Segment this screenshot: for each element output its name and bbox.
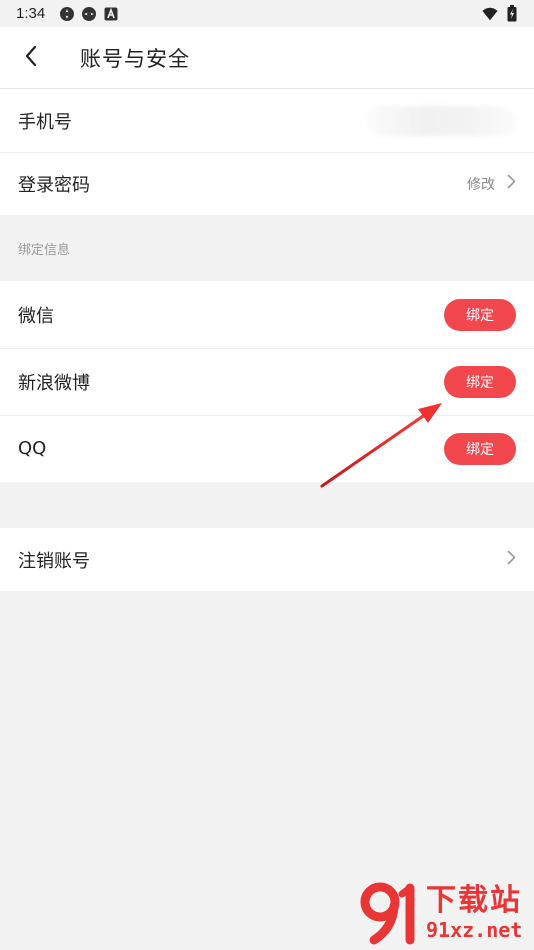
bind-label-weibo: 新浪微博	[18, 372, 90, 394]
deactivate-label: 注销账号	[18, 550, 90, 572]
binding-section-label: 绑定信息	[18, 242, 71, 258]
chevron-right-icon	[507, 173, 516, 194]
bind-row-wechat: 微信 绑定	[0, 281, 534, 348]
watermark-url: 91xz.net	[426, 918, 523, 942]
bind-qq-button[interactable]: 绑定	[444, 432, 516, 465]
chevron-left-icon	[24, 45, 38, 71]
password-modify-hint: 修改	[467, 176, 495, 193]
battery-charging-icon	[504, 5, 520, 22]
status-bar: 1:34	[0, 0, 534, 27]
password-label: 登录密码	[18, 174, 90, 196]
phone-label: 手机号	[18, 111, 72, 133]
status-time: 1:34	[16, 5, 46, 22]
deactivate-group: 注销账号	[0, 528, 534, 591]
bind-wechat-button[interactable]: 绑定	[444, 298, 516, 331]
title-bar: 账号与安全	[0, 27, 534, 89]
page-title: 账号与安全	[80, 46, 190, 71]
binding-section-title: 绑定信息	[0, 215, 534, 281]
password-row[interactable]: 登录密码 修改	[0, 152, 534, 215]
password-row-right: 修改	[467, 173, 516, 194]
bind-label-wechat: 微信	[18, 305, 54, 327]
wifi-icon	[482, 6, 498, 22]
account-group: 手机号 登录密码 修改	[0, 89, 534, 215]
watermark-cn: 下载站	[426, 883, 522, 918]
watermark: 下载站 91xz.net	[360, 878, 530, 948]
watermark-logo-icon	[360, 880, 424, 946]
bind-weibo-button[interactable]: 绑定	[444, 365, 516, 398]
status-left: 1:34	[16, 5, 119, 22]
settings-app-icon	[59, 6, 75, 22]
binding-group: 微信 绑定 新浪微博 绑定 QQ 绑定	[0, 281, 534, 482]
chevron-right-icon	[507, 549, 516, 570]
bind-label-qq: QQ	[18, 438, 47, 459]
back-button[interactable]	[0, 27, 62, 89]
bind-row-weibo: 新浪微博 绑定	[0, 348, 534, 415]
watermark-text: 下载站 91xz.net	[426, 883, 523, 943]
screen: 1:34 账号与安全 手机号 登录密码 修改 绑定信息 微信 绑定 新浪微博 绑…	[0, 0, 534, 950]
a-letter-icon	[103, 6, 119, 22]
settings-app-icon	[81, 6, 97, 22]
masked-phone-number	[366, 105, 516, 136]
status-right	[482, 5, 520, 22]
deactivate-account-row[interactable]: 注销账号	[0, 528, 534, 591]
bind-row-qq: QQ 绑定	[0, 415, 534, 482]
phone-row[interactable]: 手机号	[0, 89, 534, 152]
